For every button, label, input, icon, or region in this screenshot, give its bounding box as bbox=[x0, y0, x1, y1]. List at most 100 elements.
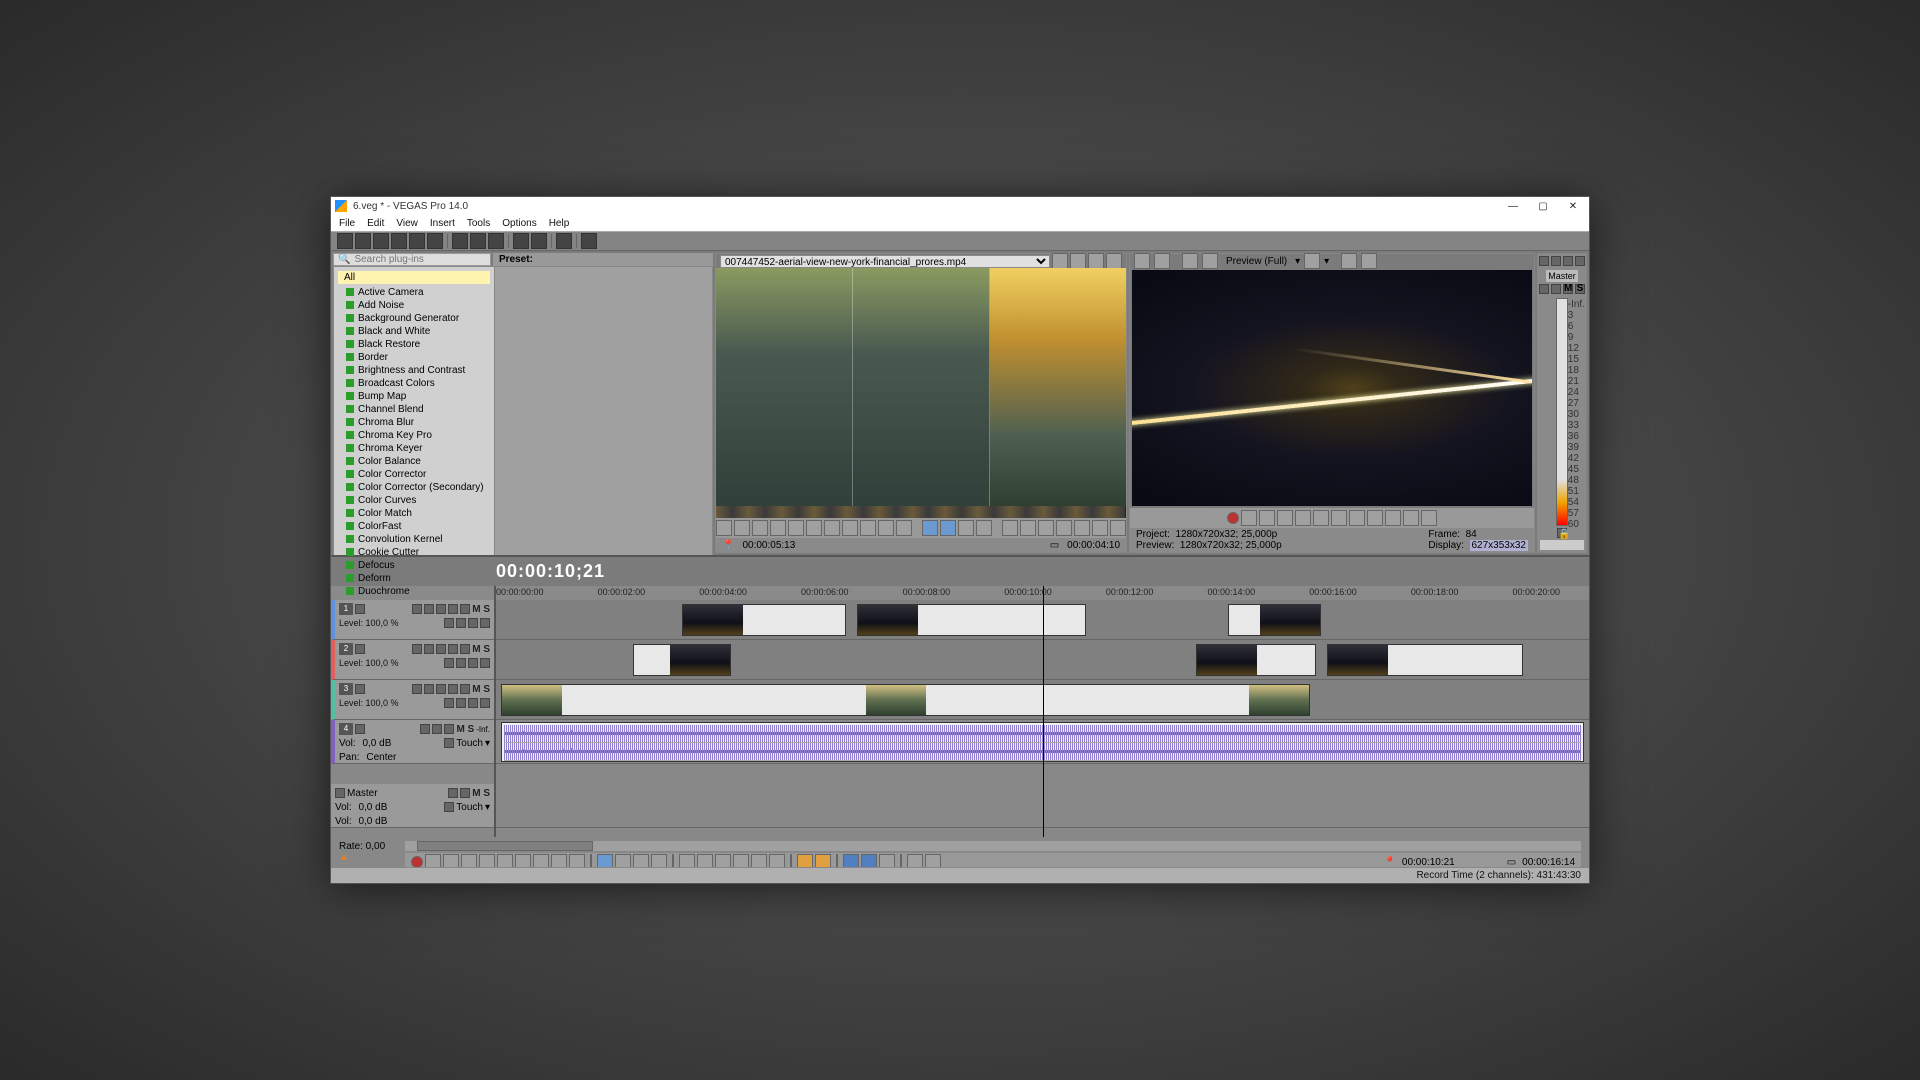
trim-start-icon[interactable] bbox=[806, 520, 822, 536]
mixer-scroll[interactable] bbox=[1540, 540, 1584, 550]
trim-play-icon[interactable] bbox=[734, 520, 750, 536]
prev-fx-icon[interactable] bbox=[1182, 253, 1198, 269]
trimmer-file-select[interactable]: 007447452-aerial-view-new-york-financial… bbox=[720, 255, 1050, 268]
menu-file[interactable]: File bbox=[339, 218, 355, 229]
plugin-item[interactable]: Color Corrector bbox=[334, 468, 494, 481]
plugin-item[interactable]: Defocus bbox=[334, 559, 494, 572]
menu-view[interactable]: View bbox=[396, 218, 418, 229]
save-icon[interactable] bbox=[373, 233, 389, 249]
prev-prev-icon[interactable] bbox=[1367, 510, 1383, 526]
trimmer-thumbnails[interactable] bbox=[716, 506, 1126, 518]
trim-pause-icon[interactable] bbox=[770, 520, 786, 536]
plugin-item[interactable]: Chroma Key Pro bbox=[334, 429, 494, 442]
mixer-lock-icon[interactable]: 🔒 bbox=[1557, 528, 1567, 538]
trimmer-abc-icon[interactable] bbox=[1052, 253, 1068, 269]
plugin-item[interactable]: Convolution Kernel bbox=[334, 533, 494, 546]
plugin-item[interactable]: Active Camera bbox=[334, 286, 494, 299]
trim-playall-icon[interactable] bbox=[752, 520, 768, 536]
plugin-root[interactable]: All bbox=[338, 271, 490, 284]
prev-copy-icon[interactable] bbox=[1341, 253, 1357, 269]
track-header-v2[interactable]: 2M S Level: 100,0 % bbox=[331, 640, 494, 680]
trim-nextf-icon[interactable] bbox=[896, 520, 912, 536]
menu-edit[interactable]: Edit bbox=[367, 218, 384, 229]
plugin-item[interactable]: Channel Blend bbox=[334, 403, 494, 416]
preview-mode[interactable]: Preview (Full) bbox=[1222, 256, 1291, 267]
track-header-master[interactable]: MasterM S Vol: 0,0 dBTouch▾ Vol: 0,0 dB bbox=[331, 784, 494, 828]
timeline-tracks[interactable]: 00:00:00:0000:00:02:0000:00:04:0000:00:0… bbox=[496, 586, 1589, 837]
playhead[interactable] bbox=[1043, 586, 1044, 837]
plugin-item[interactable]: Duochrome bbox=[334, 585, 494, 598]
prev-split-icon[interactable] bbox=[1202, 253, 1218, 269]
trim-add-icon[interactable] bbox=[1002, 520, 1018, 536]
clip[interactable] bbox=[1228, 604, 1321, 636]
plugin-item[interactable]: ColorFast bbox=[334, 520, 494, 533]
prev-props-icon[interactable] bbox=[1134, 253, 1150, 269]
mixer-fx-icon[interactable] bbox=[1539, 284, 1549, 294]
trim-loop-icon[interactable] bbox=[716, 520, 732, 536]
trim-mode3-icon[interactable] bbox=[958, 520, 974, 536]
trim-split-icon[interactable] bbox=[1074, 520, 1090, 536]
trim-region-icon[interactable] bbox=[1038, 520, 1054, 536]
prev-ext-icon[interactable] bbox=[1154, 253, 1170, 269]
preview-video[interactable] bbox=[1132, 270, 1532, 506]
render-icon[interactable] bbox=[391, 233, 407, 249]
prev-nextf-icon[interactable] bbox=[1421, 510, 1437, 526]
trim-marker-icon[interactable] bbox=[1056, 520, 1072, 536]
prev-pause-icon[interactable] bbox=[1295, 510, 1311, 526]
menu-insert[interactable]: Insert bbox=[430, 218, 455, 229]
mixer-auto-icon[interactable] bbox=[1551, 284, 1561, 294]
clip[interactable] bbox=[1196, 644, 1316, 676]
clip[interactable] bbox=[1327, 644, 1524, 676]
snap-icon[interactable] bbox=[556, 233, 572, 249]
plugin-item[interactable]: Border bbox=[334, 351, 494, 364]
trim-mode1-icon[interactable] bbox=[922, 520, 938, 536]
help-icon[interactable] bbox=[581, 233, 597, 249]
undo-icon[interactable] bbox=[513, 233, 529, 249]
mixer-props-icon[interactable] bbox=[1551, 256, 1561, 266]
trim-prev-icon[interactable] bbox=[842, 520, 858, 536]
trim-mode4-icon[interactable] bbox=[976, 520, 992, 536]
trimmer-fx-icon[interactable] bbox=[1070, 253, 1086, 269]
prev-start-icon[interactable] bbox=[1331, 510, 1347, 526]
dropdown-icon[interactable]: ▾ bbox=[1295, 256, 1300, 267]
dropdown-icon[interactable]: ▾ bbox=[1324, 256, 1329, 267]
plugin-item[interactable]: Chroma Blur bbox=[334, 416, 494, 429]
prev-rec-icon[interactable] bbox=[1227, 512, 1239, 524]
copy-icon[interactable] bbox=[470, 233, 486, 249]
trim-mode2-icon[interactable] bbox=[940, 520, 956, 536]
track-header-v1[interactable]: 1M S Level: 100,0 % bbox=[331, 600, 494, 640]
trimmer-video[interactable] bbox=[716, 268, 1126, 506]
trim-more-icon[interactable] bbox=[1110, 520, 1126, 536]
trim-end-icon[interactable] bbox=[824, 520, 840, 536]
plugin-item[interactable]: Add Noise bbox=[334, 299, 494, 312]
timeline-hscroll[interactable] bbox=[405, 841, 1581, 851]
plugin-item[interactable]: Color Balance bbox=[334, 455, 494, 468]
close-button[interactable]: ✕ bbox=[1561, 198, 1585, 214]
clip[interactable] bbox=[633, 644, 731, 676]
trim-next-icon[interactable] bbox=[860, 520, 876, 536]
mixer-out-icon[interactable] bbox=[1563, 256, 1573, 266]
plugin-item[interactable]: Bump Map bbox=[334, 390, 494, 403]
menu-options[interactable]: Options bbox=[502, 218, 536, 229]
properties-icon[interactable] bbox=[409, 233, 425, 249]
settings-icon[interactable] bbox=[427, 233, 443, 249]
prev-end-icon[interactable] bbox=[1349, 510, 1365, 526]
open-icon[interactable] bbox=[355, 233, 371, 249]
trimmer-opts-icon[interactable] bbox=[1106, 253, 1122, 269]
clip[interactable] bbox=[501, 684, 1310, 716]
plugin-item[interactable]: Black and White bbox=[334, 325, 494, 338]
mixer-s-icon[interactable]: S bbox=[1575, 284, 1585, 294]
trim-save-icon[interactable] bbox=[1020, 520, 1036, 536]
track-header-a1[interactable]: 4M S-Inf. Vol: 0,0 dBTouch▾ Pan: Center bbox=[331, 720, 494, 764]
prev-playstart-icon[interactable] bbox=[1259, 510, 1275, 526]
plugin-item[interactable]: Color Corrector (Secondary) bbox=[334, 481, 494, 494]
clip[interactable] bbox=[682, 604, 846, 636]
trim-fx2-icon[interactable] bbox=[1092, 520, 1108, 536]
plugin-item[interactable]: Black Restore bbox=[334, 338, 494, 351]
trim-prevf-icon[interactable] bbox=[878, 520, 894, 536]
maximize-button[interactable]: ▢ bbox=[1531, 198, 1555, 214]
cut-icon[interactable] bbox=[452, 233, 468, 249]
prev-prevf-icon[interactable] bbox=[1403, 510, 1419, 526]
redo-icon[interactable] bbox=[531, 233, 547, 249]
prev-play-icon[interactable] bbox=[1277, 510, 1293, 526]
